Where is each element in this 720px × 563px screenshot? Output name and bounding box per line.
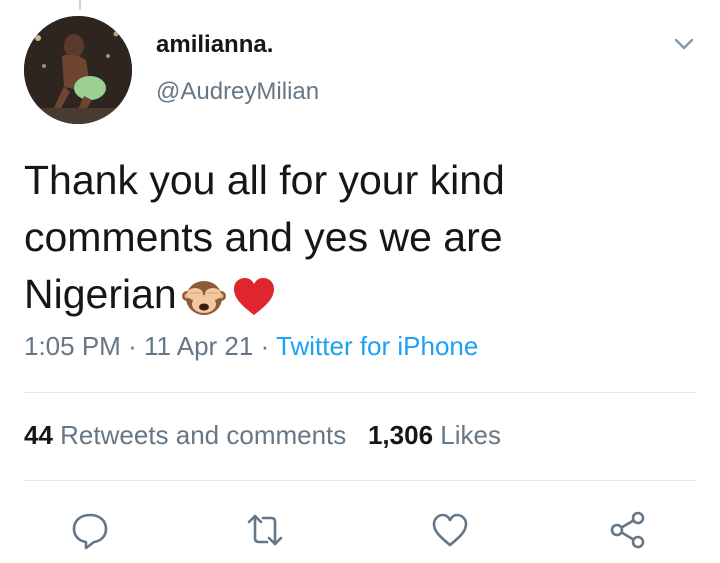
see-no-evil-monkey-icon [181,274,227,320]
chevron-down-icon[interactable] [672,34,696,54]
thread-connector-line [79,0,81,10]
tweet-text-line: Nigerian [24,266,684,323]
tweet-time: 1:05 PM [24,331,121,361]
tweet-stats: 44 Retweets and comments 1,306 Likes [24,420,501,451]
red-heart-icon [231,274,277,320]
tweet-source-link[interactable]: Twitter for iPhone [276,331,478,361]
tweet-metadata: 1:05 PM · 11 Apr 21 · Twitter for iPhone [24,331,478,362]
retweet-icon[interactable] [245,510,285,550]
divider [24,480,696,481]
tweet-text-line: comments and yes we are [24,214,503,260]
avatar-photo [24,16,132,124]
reply-icon[interactable] [70,510,110,550]
divider [24,392,696,393]
tweet-text-word: Nigerian [24,271,177,317]
retweets-stat[interactable]: 44 Retweets and comments [24,420,346,450]
retweets-count: 44 [24,420,53,450]
separator: · [260,331,270,361]
tweet-text: Thank you all for your kind comments and… [24,152,684,323]
tweet-text-line: Thank you all for your kind [24,157,505,203]
retweets-label: Retweets and comments [60,420,347,450]
tweet-date: 11 Apr 21 [143,331,254,361]
likes-stat[interactable]: 1,306 Likes [368,420,501,450]
separator: · [128,331,137,361]
share-icon[interactable] [608,510,648,550]
display-name[interactable]: amilianna. [156,31,273,59]
avatar[interactable] [24,16,132,124]
like-icon[interactable] [430,510,470,550]
likes-label: Likes [440,420,501,450]
user-handle[interactable]: @AudreyMilian [156,78,319,106]
likes-count: 1,306 [367,420,434,450]
